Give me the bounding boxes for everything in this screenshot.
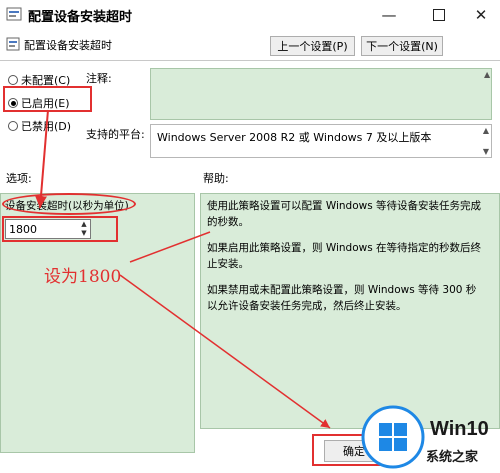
arrow-to-ok bbox=[119, 274, 331, 429]
annotation-arrows bbox=[34, 109, 331, 429]
watermark-sub: 系统之家 bbox=[426, 450, 479, 465]
watermark: Win10 系统之家 bbox=[360, 404, 500, 470]
watermark-brand: Win10 bbox=[430, 418, 489, 440]
arrow-line bbox=[129, 231, 211, 263]
arrow-down bbox=[34, 109, 49, 209]
